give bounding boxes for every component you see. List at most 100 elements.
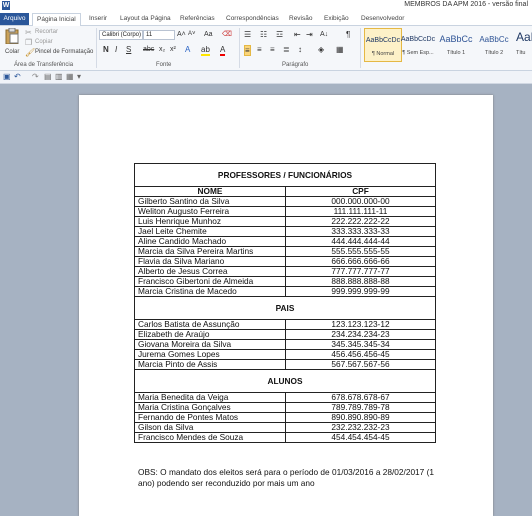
- shading-icon[interactable]: ◈: [318, 45, 324, 54]
- member-cpf: 888.888.888-88: [285, 276, 436, 287]
- font-color-icon[interactable]: A: [220, 45, 226, 56]
- style-sample: AaBbCc: [439, 34, 473, 44]
- table-row: Elizabeth de Araújo 234.234.234-23: [134, 329, 436, 340]
- numbering-icon[interactable]: ☷: [260, 30, 267, 39]
- tab-mailings[interactable]: Correspondências: [226, 13, 279, 25]
- member-cpf: 789.789.789-78: [285, 402, 436, 413]
- member-name: Marcia Cristina de Macedo: [134, 286, 286, 297]
- text-effects-icon[interactable]: A: [185, 45, 190, 54]
- line-spacing-icon[interactable]: ↕: [298, 45, 302, 54]
- table-row: Marcia Pinto de Assis 567.567.567-56: [134, 359, 436, 370]
- style-sample: AaB: [516, 30, 532, 44]
- pilcrow-icon[interactable]: ¶: [346, 30, 350, 39]
- member-name: Francisco Gibertoni de Almeida: [134, 276, 286, 287]
- document-page[interactable]: PROFESSORES / FUNCIONÁRIOS NOME CPF Gilb…: [79, 95, 493, 516]
- table-section-title-row: PROFESSORES / FUNCIONÁRIOS: [134, 163, 436, 187]
- tab-page-layout[interactable]: Layout da Página: [120, 13, 171, 25]
- decrease-indent-icon[interactable]: ⇤: [294, 30, 301, 39]
- style-normal[interactable]: AaBbCcDc ¶ Normal: [364, 28, 402, 62]
- open-icon[interactable]: ▦: [66, 72, 74, 81]
- observation-paragraph: OBS: O mandato dos eleitos será para o p…: [138, 467, 434, 488]
- copy-icon: ❐: [25, 38, 33, 47]
- style-heading-1[interactable]: AaBbCc Título 1: [438, 28, 474, 60]
- undo-icon[interactable]: ↶: [14, 72, 21, 81]
- member-name: Flavia da Silva Mariano: [134, 256, 286, 267]
- shrink-font-icon[interactable]: A˅: [188, 30, 196, 39]
- align-center-icon[interactable]: ≡: [257, 45, 262, 54]
- table-row: Aline Candido Machado 444.444.444-44: [134, 236, 436, 247]
- name-column-header: NOME: [134, 186, 286, 197]
- style-heading-2[interactable]: AaBbCc Título 2: [476, 28, 512, 60]
- tab-file[interactable]: Arquivo: [0, 13, 29, 25]
- paste-label: Colar: [5, 49, 20, 55]
- member-name: Luis Henrique Munhoz: [134, 216, 286, 227]
- style-sample: AaBbCcDc: [365, 37, 401, 44]
- bullets-icon[interactable]: ☰: [244, 30, 251, 39]
- borders-icon[interactable]: ▦: [336, 45, 344, 54]
- highlight-color-icon[interactable]: ab: [201, 45, 210, 56]
- style-no-spacing[interactable]: AaBbCcDc ¶ Sem Esp...: [400, 28, 436, 60]
- group-divider: [96, 28, 97, 68]
- tab-review[interactable]: Revisão: [289, 13, 312, 25]
- ribbon-tabs: Arquivo Página Inicial Inserir Layout da…: [0, 12, 532, 26]
- paste-button[interactable]: Colar: [3, 28, 21, 58]
- member-name: Elizabeth de Araújo: [134, 329, 286, 340]
- member-cpf: 232.232.232-23: [285, 422, 436, 433]
- style-sample: AaBbCc: [479, 35, 509, 44]
- table-row: Maria Benedita da Veiga 678.678.678-67: [134, 392, 436, 403]
- style-name: Título 2: [484, 50, 504, 56]
- justify-icon[interactable]: ≣: [283, 45, 290, 54]
- tab-view[interactable]: Exibição: [324, 13, 349, 25]
- customize-toolbar-icon[interactable]: ▾: [77, 72, 81, 81]
- underline-icon[interactable]: S: [126, 45, 131, 54]
- cut-button[interactable]: Recortar: [35, 29, 58, 35]
- tab-home[interactable]: Página Inicial: [32, 13, 81, 26]
- tab-developer[interactable]: Desenvolvedor: [361, 13, 404, 25]
- save-icon[interactable]: ▣: [3, 72, 11, 81]
- superscript-icon[interactable]: x²: [170, 45, 176, 54]
- table-row: Marcia Cristina de Macedo 999.999.999-99: [134, 286, 436, 297]
- member-name: Fernando de Pontes Matos: [134, 412, 286, 423]
- bold-icon[interactable]: N: [103, 45, 109, 54]
- table-row: Maria Cristina Gonçalves 789.789.789-78: [134, 402, 436, 413]
- redo-icon[interactable]: ↷: [32, 72, 39, 81]
- member-name: Francisco Mendes de Souza: [134, 432, 286, 443]
- word-app-icon[interactable]: W: [2, 1, 10, 10]
- students-section-title: ALUNOS: [134, 369, 436, 393]
- clipboard-group-label: Área de Transferência: [14, 62, 74, 68]
- multilevel-list-icon[interactable]: ☲: [276, 30, 283, 39]
- style-name: Títu: [516, 50, 526, 56]
- style-title[interactable]: AaB Títu: [514, 28, 532, 60]
- clear-formatting-icon[interactable]: ⌫: [222, 30, 232, 39]
- member-cpf: 123.123.123-12: [285, 319, 436, 330]
- font-size-dropdown[interactable]: 11: [143, 30, 175, 40]
- member-name: Carlos Batista de Assunção: [134, 319, 286, 330]
- increase-indent-icon[interactable]: ⇥: [306, 30, 313, 39]
- clipboard-icon: [5, 28, 19, 44]
- tab-references[interactable]: Referências: [180, 13, 215, 25]
- strikethrough-icon[interactable]: abc: [143, 45, 154, 54]
- spelling-icon[interactable]: ▥: [55, 72, 63, 81]
- align-left-icon[interactable]: ≡: [244, 45, 251, 56]
- sort-icon[interactable]: A↓: [320, 30, 328, 39]
- italic-icon[interactable]: I: [115, 45, 117, 54]
- font-name-dropdown[interactable]: Calibri (Corpo): [99, 30, 143, 40]
- format-painter-button[interactable]: Pincel de Formatação: [35, 49, 93, 55]
- member-name: Marcia Pinto de Assis: [134, 359, 286, 370]
- table-header-row: NOME CPF: [134, 186, 436, 197]
- format-painter-icon: 🖌: [25, 48, 36, 57]
- member-cpf: 444.444.444-44: [285, 236, 436, 247]
- member-cpf: 666.666.666-66: [285, 256, 436, 267]
- group-divider: [360, 28, 361, 68]
- change-case-icon[interactable]: Aa: [204, 30, 213, 39]
- ribbon: Colar ✂ Recortar ❐ Copiar 🖌 Pincel de Fo…: [0, 26, 532, 71]
- subscript-icon[interactable]: x₂: [159, 45, 165, 54]
- align-right-icon[interactable]: ≡: [270, 45, 275, 54]
- grow-font-icon[interactable]: A˄: [177, 30, 186, 39]
- member-cpf: 000.000.000-00: [285, 196, 436, 207]
- copy-button[interactable]: Copiar: [35, 39, 53, 45]
- member-name: Maria Cristina Gonçalves: [134, 402, 286, 413]
- tab-insert[interactable]: Inserir: [89, 13, 107, 25]
- print-preview-icon[interactable]: ▤: [44, 72, 52, 81]
- table-row: Jael Leite Chemite 333.333.333-33: [134, 226, 436, 237]
